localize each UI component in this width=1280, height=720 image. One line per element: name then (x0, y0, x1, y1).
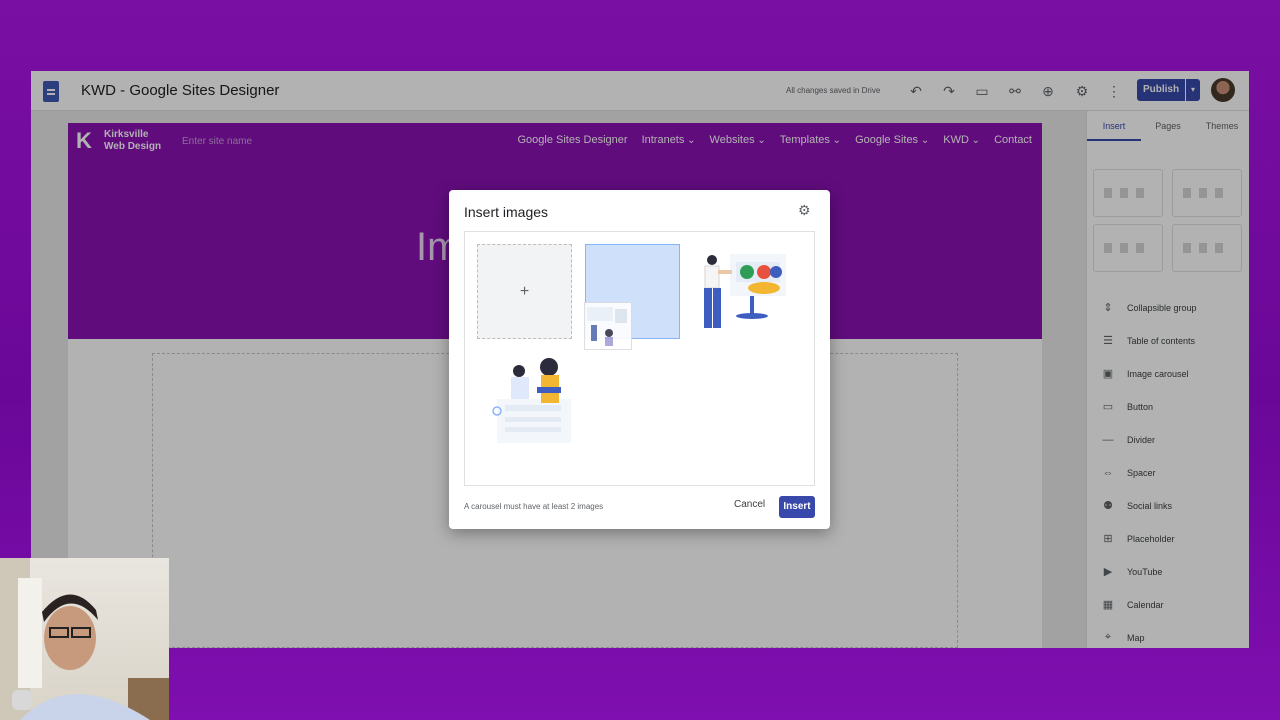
insert-images-dialog: Insert images ⚙ + A carousel must have a… (449, 190, 830, 529)
image-thumbnail[interactable] (477, 353, 572, 448)
cancel-button[interactable]: Cancel (734, 499, 765, 510)
dragged-image-thumbnail[interactable] (584, 302, 632, 350)
insert-button[interactable]: Insert (779, 496, 815, 518)
plus-icon: + (519, 282, 530, 300)
gear-icon[interactable]: ⚙ (798, 203, 812, 217)
image-grid: + (464, 231, 815, 486)
image-thumbnail[interactable] (692, 244, 787, 339)
carousel-requirement-note: A carousel must have at least 2 images (464, 502, 604, 511)
dialog-title: Insert images (464, 204, 549, 220)
webcam-overlay (0, 558, 169, 720)
add-image-button[interactable]: + (477, 244, 572, 339)
